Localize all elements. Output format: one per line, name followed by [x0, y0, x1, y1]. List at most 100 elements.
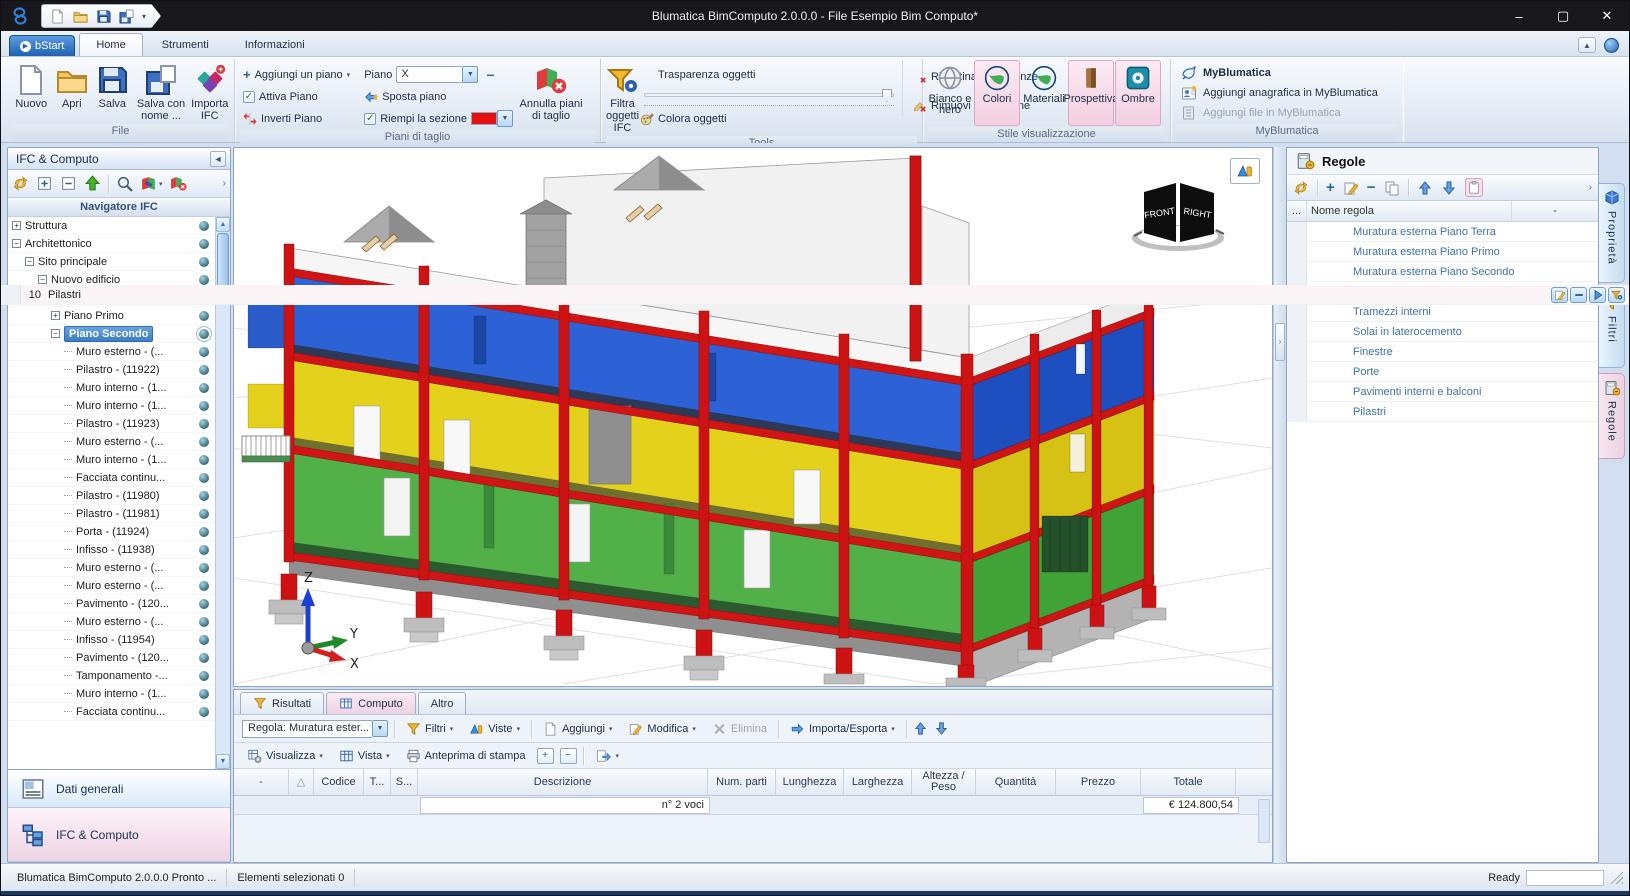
duplicate-rule-icon[interactable]: [1384, 180, 1400, 196]
rules-col-name[interactable]: Nome regola: [1307, 201, 1512, 221]
fill-section-checkbox[interactable]: ✓ Riempi la sezione ▼: [364, 108, 514, 129]
import-export-button[interactable]: Importa/Esporta ▾: [785, 720, 900, 738]
table-header-7[interactable]: Lunghezza: [776, 769, 844, 795]
tree-item[interactable]: Muro esterno - (...: [8, 577, 215, 595]
visibility-icon[interactable]: [199, 401, 209, 411]
piano-combo[interactable]: X ▼: [396, 66, 479, 83]
move-rule-down-icon[interactable]: [1441, 180, 1457, 196]
tree-item[interactable]: Muro esterno - (...: [8, 613, 215, 631]
visibility-icon[interactable]: [199, 437, 209, 447]
visibility-icon[interactable]: [199, 275, 209, 285]
tree-item[interactable]: − Architettonico: [8, 235, 215, 253]
style-button-ombre[interactable]: Ombre: [1115, 60, 1161, 126]
combo-arrow-icon[interactable]: ▼: [462, 66, 479, 83]
style-button-materiali[interactable]: Materiali: [1021, 60, 1067, 126]
tree-item[interactable]: Infisso - (11938): [8, 541, 215, 559]
remove-color-flag-icon[interactable]: [170, 175, 187, 192]
visibility-icon[interactable]: [199, 473, 209, 483]
tree-item[interactable]: Muro interno - (1...: [8, 451, 215, 469]
table-header-10[interactable]: Quantità: [976, 769, 1056, 795]
table-header-0[interactable]: -: [234, 769, 289, 795]
tree-item[interactable]: − Sito principale: [8, 253, 215, 271]
add-registry-button[interactable]: Aggiungi anagrafica in MyBlumatica: [1181, 85, 1378, 101]
move-rule-up-icon[interactable]: [1417, 180, 1433, 196]
invert-floor-button[interactable]: Inverti Piano: [243, 108, 350, 129]
3d-viewport[interactable]: FRONT RIGHT Z Y X: [233, 147, 1273, 687]
table-header-12[interactable]: Totale: [1141, 769, 1236, 795]
expand-rows-icon[interactable]: +: [536, 747, 554, 764]
visibility-icon[interactable]: [199, 653, 209, 663]
visibility-icon[interactable]: [199, 563, 209, 573]
tree-item[interactable]: Facciata continu...: [8, 469, 215, 487]
panel-splitter[interactable]: ›: [1273, 147, 1286, 863]
ribbon-button-apri[interactable]: Apri: [52, 60, 93, 111]
visibility-icon[interactable]: [199, 599, 209, 609]
table-header-3[interactable]: T...: [364, 769, 391, 795]
tree-collapse-icon[interactable]: −: [12, 239, 21, 248]
tree-item[interactable]: Muro esterno - (...: [8, 343, 215, 361]
tree-item[interactable]: Pavimento - (120...: [8, 649, 215, 667]
visibility-icon[interactable]: [199, 311, 209, 321]
tree-item[interactable]: Muro interno - (1...: [8, 379, 215, 397]
tree-item[interactable]: Pilastro - (11980): [8, 487, 215, 505]
myblumatica-button[interactable]: MyBlumatica: [1181, 65, 1378, 81]
visibility-icon[interactable]: [199, 707, 209, 717]
add-rule-icon[interactable]: +: [1326, 179, 1335, 196]
rule-row[interactable]: 10 Pilastri: [1, 285, 1629, 305]
activate-floor-checkbox[interactable]: ✓ Attiva Piano: [243, 86, 350, 107]
rule-edit-button[interactable]: [1551, 286, 1568, 303]
nav-button-ifc-computo[interactable]: IFC & Computo: [8, 808, 230, 862]
save-as-icon[interactable]: [119, 9, 134, 24]
transparency-slider[interactable]: [644, 88, 895, 102]
refresh-icon[interactable]: [1293, 180, 1309, 196]
visibility-icon[interactable]: [199, 257, 209, 267]
visibility-icon[interactable]: [199, 365, 209, 375]
minimize-button[interactable]: –: [1497, 1, 1541, 31]
visibility-icon[interactable]: [199, 635, 209, 645]
tree-item[interactable]: Porta - (11924): [8, 523, 215, 541]
tab-home[interactable]: Home: [79, 33, 143, 56]
tree-collapse-icon[interactable]: −: [38, 275, 47, 284]
tree-collapse-icon[interactable]: −: [51, 329, 60, 338]
visibility-icon[interactable]: [199, 383, 209, 393]
slider-thumb[interactable]: [882, 89, 893, 102]
collapse-all-icon[interactable]: [60, 175, 77, 192]
remove-rule-icon[interactable]: −: [1367, 179, 1376, 196]
tab-informazioni[interactable]: Informazioni: [228, 33, 322, 56]
rule-run-button[interactable]: [1589, 286, 1606, 303]
table-header-11[interactable]: Prezzo: [1056, 769, 1141, 795]
tree-item[interactable]: Muro interno - (1...: [8, 685, 215, 703]
save-icon[interactable]: [96, 9, 111, 24]
scroll-down-icon[interactable]: ▼: [216, 754, 230, 769]
ribbon-button-nuovo[interactable]: Nuovo: [11, 60, 52, 111]
edit-dropdown-button[interactable]: Modifica ▾: [623, 720, 700, 738]
visibility-icon[interactable]: [199, 491, 209, 501]
tree-item[interactable]: Pilastro - (11981): [8, 505, 215, 523]
visibility-icon[interactable]: [199, 221, 209, 231]
collapse-rows-icon[interactable]: −: [559, 747, 577, 764]
tree-item[interactable]: Pilastro - (11923): [8, 415, 215, 433]
maximize-button[interactable]: ▢: [1541, 1, 1585, 31]
visibility-icon[interactable]: [199, 329, 209, 339]
combo-arrow-icon[interactable]: ▼: [372, 720, 388, 737]
add-dropdown-button[interactable]: Aggiungi ▾: [538, 720, 617, 738]
tree-item[interactable]: Infisso - (11954): [8, 631, 215, 649]
tree-item[interactable]: − Piano Secondo: [8, 325, 215, 343]
nav-button-dati-generali[interactable]: Dati generali: [8, 770, 230, 808]
visibility-icon[interactable]: [199, 455, 209, 465]
clipboard-icon[interactable]: [1464, 178, 1483, 197]
toolbar-overflow-icon[interactable]: ›: [1589, 182, 1592, 193]
visibility-icon[interactable]: [199, 527, 209, 537]
tree-expand-icon[interactable]: +: [51, 311, 60, 320]
ribbon-button-salva-con-nome[interactable]: Salva con nome ...: [133, 60, 190, 123]
tree-item[interactable]: Muro esterno - (...: [8, 433, 215, 451]
viewport-views-button[interactable]: [1230, 158, 1260, 184]
tree-item[interactable]: Tamponamento -...: [8, 667, 215, 685]
bottom-tab-altro[interactable]: Altro: [417, 692, 467, 714]
zoom-selection-icon[interactable]: [116, 175, 133, 192]
add-floor-button[interactable]: + Aggiungi un piano ▾: [243, 64, 350, 85]
qat-dropdown-icon[interactable]: ▾: [142, 12, 146, 21]
print-preview-button[interactable]: Anteprima di stampa: [401, 747, 531, 765]
visibility-icon[interactable]: [199, 545, 209, 555]
table-header-6[interactable]: Num. parti: [708, 769, 776, 795]
